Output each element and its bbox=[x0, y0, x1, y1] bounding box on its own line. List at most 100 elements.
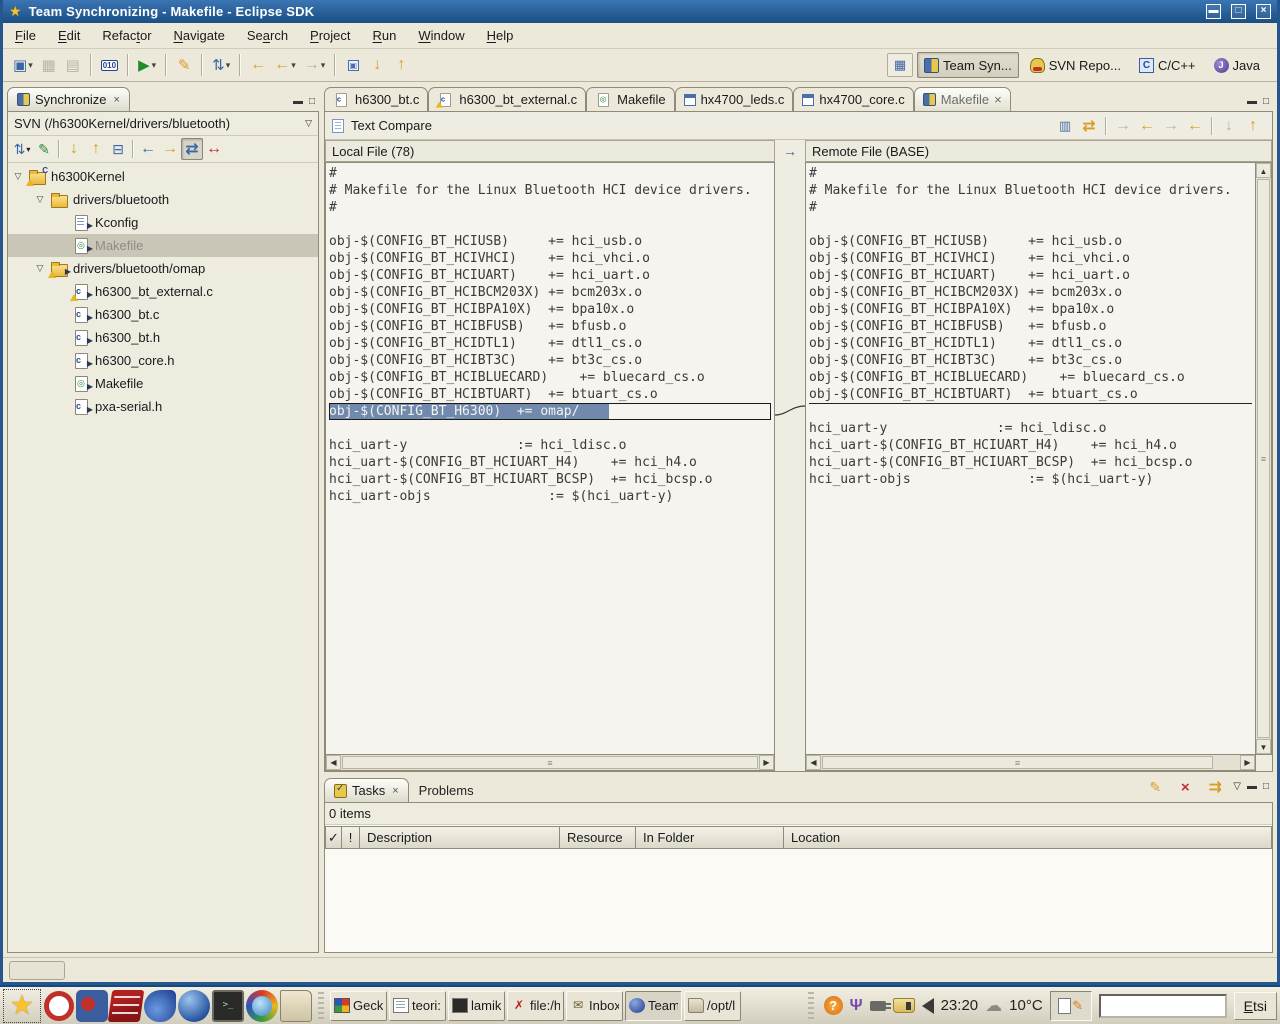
menu-run[interactable]: Run bbox=[373, 28, 397, 43]
edit-schedule-button[interactable]: ✎ bbox=[33, 138, 55, 160]
tree-item[interactable]: c▶ pxa-serial.h bbox=[8, 395, 318, 418]
scroll-right-icon[interactable]: ▶ bbox=[759, 755, 774, 770]
incoming-mode-button[interactable]: ← bbox=[137, 138, 159, 160]
taskbar-window-button[interactable]: /opt/l bbox=[684, 991, 741, 1021]
panel-grip[interactable] bbox=[318, 992, 324, 1020]
taskbar-window-button[interactable]: Team bbox=[625, 991, 682, 1021]
copy-current-right-button[interactable]: → bbox=[1159, 115, 1183, 137]
tasks-column-header[interactable]: ✓ bbox=[325, 826, 342, 849]
clock[interactable]: 23:20 bbox=[941, 997, 979, 1014]
outgoing-mode-button[interactable]: → bbox=[159, 138, 181, 160]
editor-tab[interactable]: c h6300_bt_external.c bbox=[428, 87, 586, 111]
previous-change-button[interactable]: ↑ bbox=[85, 138, 107, 160]
search-button[interactable]: Etsi bbox=[1234, 992, 1277, 1020]
lifesaver-icon[interactable] bbox=[44, 991, 74, 1021]
marker-button[interactable]: ✎ bbox=[172, 53, 196, 77]
tab-synchronize[interactable]: Synchronize × bbox=[7, 87, 130, 111]
scrollbar-track[interactable] bbox=[1214, 755, 1240, 770]
tasks-column-header[interactable]: In Folder bbox=[635, 826, 784, 849]
minimize-view-icon[interactable]: ▬ bbox=[1247, 97, 1257, 107]
help-tray-icon[interactable]: ? bbox=[824, 996, 843, 1015]
terminal-icon[interactable]: >_ bbox=[212, 990, 244, 1022]
power-plug-icon[interactable] bbox=[870, 1001, 886, 1011]
add-task-button[interactable]: ✎ bbox=[1143, 776, 1167, 798]
maximize-view-icon[interactable]: □ bbox=[1263, 97, 1269, 107]
tree-item[interactable]: c▶ h6300_bt.c bbox=[8, 303, 318, 326]
synchronize-scope-row[interactable]: SVN (/h6300Kernel/drivers/bluetooth) ▽ bbox=[8, 112, 318, 136]
copy-all-right-button[interactable]: → bbox=[1111, 115, 1135, 137]
expand-arrow-icon[interactable]: ▽ bbox=[34, 194, 46, 205]
layout-horizontal-button[interactable]: ▥ bbox=[1053, 115, 1077, 137]
notes-applet-button[interactable]: ✎ bbox=[1050, 991, 1092, 1021]
previous-annotation-button[interactable]: ↑ bbox=[389, 53, 413, 77]
minimize-window-button[interactable]: ▬ bbox=[1206, 4, 1221, 19]
perspective-button[interactable]: Team Syn... bbox=[917, 52, 1019, 78]
perspective-button[interactable]: SVN Repo... bbox=[1023, 52, 1128, 78]
delete-task-button[interactable]: × bbox=[1173, 776, 1197, 798]
taskbar-window-button[interactable]: ✗ file:/h bbox=[507, 991, 564, 1021]
print-button[interactable]: ▤ bbox=[61, 53, 85, 77]
tab-tasks[interactable]: Tasks × bbox=[324, 778, 409, 802]
temperature[interactable]: 10°C bbox=[1009, 997, 1043, 1014]
both-mode-button[interactable]: ⇄ bbox=[181, 138, 203, 160]
chevron-down-icon[interactable]: ▾ bbox=[26, 145, 30, 154]
open-perspective-button[interactable]: ▦ bbox=[887, 53, 913, 77]
menu-project[interactable]: Project bbox=[310, 28, 350, 43]
maximize-view-icon[interactable]: □ bbox=[1263, 782, 1269, 792]
scroll-up-icon[interactable]: ▲ bbox=[1256, 163, 1271, 178]
editor-tab[interactable]: hx4700_core.c bbox=[793, 87, 913, 111]
taskbar-window-button[interactable]: teori: bbox=[389, 991, 446, 1021]
scroll-right-icon[interactable]: ▶ bbox=[1240, 755, 1255, 770]
copy-current-left-button[interactable]: ← bbox=[1183, 115, 1207, 137]
editor-tab[interactable]: ◎ Makefile bbox=[586, 87, 674, 111]
screen-magnifier-icon[interactable] bbox=[76, 990, 108, 1022]
scrollbar-thumb[interactable]: ≡ bbox=[342, 756, 758, 769]
tree-item[interactable]: c▶ h6300_bt_external.c bbox=[8, 280, 318, 303]
antenna-tray-icon[interactable]: Ψ bbox=[850, 997, 863, 1015]
panel-grip[interactable] bbox=[808, 992, 814, 1020]
next-change-button[interactable]: ↓ bbox=[63, 138, 85, 160]
close-icon[interactable]: × bbox=[114, 94, 120, 106]
tree-item[interactable]: ▽ C h6300Kernel bbox=[8, 165, 318, 188]
chevron-down-icon[interactable]: ▾ bbox=[152, 60, 157, 71]
taskbar-window-button[interactable]: Geck bbox=[330, 991, 387, 1021]
menu-help[interactable]: Help bbox=[487, 28, 514, 43]
direction-arrow-icon[interactable]: → bbox=[775, 140, 805, 162]
tab-problems[interactable]: Problems bbox=[409, 778, 484, 802]
last-edit-location-button[interactable]: ← bbox=[246, 53, 270, 77]
start-menu-button[interactable]: ★ bbox=[3, 989, 41, 1023]
close-icon[interactable]: × bbox=[392, 785, 398, 797]
local-h-scrollbar[interactable]: ◀ ≡ ▶ bbox=[325, 755, 775, 771]
synchronize-now-button[interactable]: ⇅▾ bbox=[11, 138, 33, 160]
scrollbar-thumb[interactable]: ≡ bbox=[1257, 179, 1270, 738]
tree-item[interactable]: c▶ h6300_bt.h bbox=[8, 326, 318, 349]
tree-item[interactable]: ▶ Kconfig bbox=[8, 211, 318, 234]
wallet-tray-icon[interactable] bbox=[893, 998, 915, 1013]
chevron-down-icon[interactable]: ▽ bbox=[305, 118, 312, 129]
tree-item[interactable]: ◎▶ Makefile bbox=[8, 372, 318, 395]
run-button[interactable]: ▶▾ bbox=[134, 53, 160, 77]
menu-navigate[interactable]: Navigate bbox=[174, 28, 225, 43]
menu-edit[interactable]: Edit bbox=[58, 28, 80, 43]
scroll-left-icon[interactable]: ◀ bbox=[326, 755, 341, 770]
tasks-column-header[interactable]: Resource bbox=[559, 826, 636, 849]
search-input[interactable] bbox=[1099, 994, 1227, 1018]
back-button[interactable]: ←▾ bbox=[270, 53, 300, 77]
binary-file-button[interactable]: 010 bbox=[97, 53, 122, 77]
close-icon[interactable]: × bbox=[994, 92, 1002, 107]
tasks-column-header[interactable]: Description bbox=[359, 826, 560, 849]
copy-all-left-button[interactable]: ← bbox=[1135, 115, 1159, 137]
previous-difference-button[interactable]: ↑ bbox=[1241, 115, 1265, 137]
editor-tab[interactable]: hx4700_leds.c bbox=[675, 87, 794, 111]
minimize-view-icon[interactable]: ▬ bbox=[293, 97, 303, 107]
tree-item[interactable]: ◎▶ Makefile bbox=[8, 234, 318, 257]
editor-tab[interactable]: Makefile × bbox=[914, 87, 1011, 111]
taskbar-window-button[interactable]: ✉ Inbox bbox=[566, 991, 623, 1021]
maximize-window-button[interactable]: □ bbox=[1231, 4, 1246, 19]
tree-item[interactable]: c▶ h6300_core.h bbox=[8, 349, 318, 372]
remote-h-scrollbar[interactable]: ◀ ≡ ▶ bbox=[805, 755, 1256, 771]
scrollbar-thumb[interactable]: ≡ bbox=[822, 756, 1213, 769]
title-bar[interactable]: ★ Team Synchronizing - Makefile - Eclips… bbox=[3, 0, 1277, 23]
taskbar-window-button[interactable]: lamik bbox=[448, 991, 505, 1021]
local-code-area[interactable]: ## Makefile for the Linux Bluetooth HCI … bbox=[325, 162, 775, 755]
